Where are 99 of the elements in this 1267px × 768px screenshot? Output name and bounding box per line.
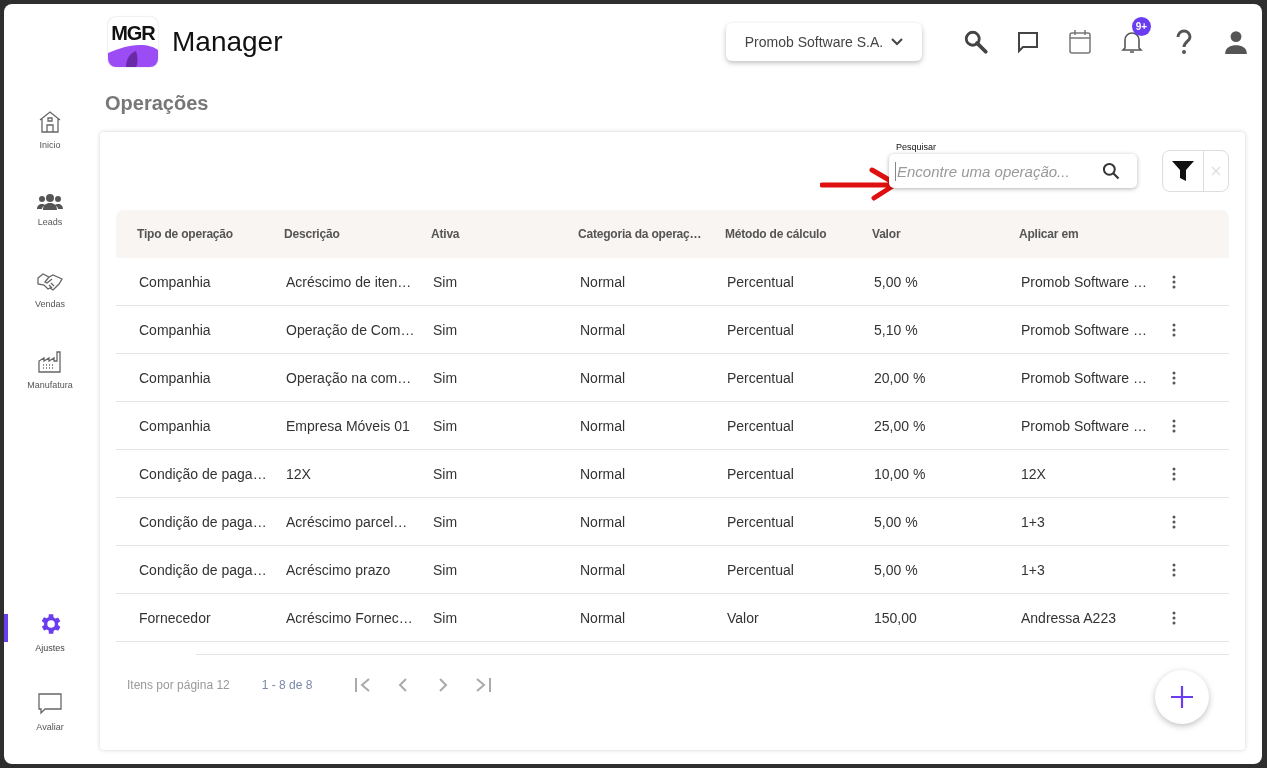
calendar-icon[interactable] <box>1068 29 1092 55</box>
search-field[interactable]: Encontre uma operação... <box>895 161 1093 181</box>
table-cell: Fornecedor <box>116 593 263 642</box>
kebab-menu-icon <box>1172 466 1176 481</box>
people-icon <box>37 193 63 211</box>
table-cell: Sim <box>410 449 557 498</box>
kebab-menu-icon <box>1172 610 1176 625</box>
sidebar-item[interactable]: Manufatura <box>4 330 96 410</box>
table-cell: Normal <box>557 305 704 354</box>
table-cell: Percentual <box>704 497 851 546</box>
table-cell: Companhia <box>116 305 263 354</box>
kebab-menu-icon <box>1172 322 1176 337</box>
table-cell: Sim <box>410 545 557 594</box>
table-cell: Sim <box>410 497 557 546</box>
table-cell: 25,00 % <box>851 401 998 450</box>
add-button[interactable] <box>1155 670 1209 724</box>
table-cell: Percentual <box>704 258 851 306</box>
column-header[interactable]: Categoria da operaç… <box>557 210 704 258</box>
speech-bubble-icon <box>37 692 63 716</box>
help-icon[interactable] <box>1175 29 1193 55</box>
table-cell: Normal <box>557 258 704 306</box>
kebab-menu-icon <box>1172 274 1176 289</box>
sidebar-item[interactable]: Avaliar <box>4 672 96 752</box>
table-cell: 5,00 % <box>851 258 998 306</box>
column-header[interactable]: Ativa <box>410 210 557 258</box>
table-cell: Condição de paga… <box>116 449 263 498</box>
user-icon[interactable] <box>1223 29 1249 55</box>
table-cell: Condição de paga… <box>116 497 263 546</box>
table-cell: Acréscimo Fornec… <box>263 593 410 642</box>
sidebar-item[interactable]: Leads <box>4 170 96 250</box>
sidebar-item[interactable]: Vendas <box>4 250 96 330</box>
last-page-icon <box>474 677 493 693</box>
chat-icon[interactable] <box>1016 30 1040 54</box>
sidebar-item[interactable]: Inicio <box>4 90 96 170</box>
kebab-menu-icon <box>1172 562 1176 577</box>
table-cell: 1+3 <box>998 497 1145 546</box>
table-cell: Normal <box>557 593 704 642</box>
search-label: Pesquisar <box>895 142 938 153</box>
kebab-menu-icon <box>1172 418 1176 433</box>
column-header[interactable]: Aplicar em <box>998 210 1145 258</box>
column-header[interactable]: Descrição <box>263 210 410 258</box>
table-cell: Sim <box>410 258 557 306</box>
kebab-menu-icon <box>1172 370 1176 385</box>
column-header[interactable]: Tipo de operação <box>116 210 263 258</box>
table-cell: Sim <box>410 401 557 450</box>
table-cell: Andressa A223 <box>998 593 1145 642</box>
table-cell: Percentual <box>704 305 851 354</box>
table-cell: Percentual <box>704 545 851 594</box>
table-cell: Companhia <box>116 401 263 450</box>
chevron-down-icon <box>891 38 904 46</box>
table-cell: Percentual <box>704 353 851 402</box>
column-header[interactable]: Método de cálculo <box>704 210 851 258</box>
table-cell: 5,00 % <box>851 497 998 546</box>
table-cell: Normal <box>557 401 704 450</box>
table-cell: Normal <box>557 353 704 402</box>
app-logo: MGR <box>108 17 158 67</box>
table-cell: Normal <box>557 545 704 594</box>
table-cell: Condição de paga… <box>116 545 263 594</box>
plus-icon <box>1170 685 1194 709</box>
table-cell: Normal <box>557 497 704 546</box>
bell-icon[interactable] <box>1120 29 1144 55</box>
house-icon <box>37 110 63 134</box>
kebab-menu-icon <box>1172 514 1176 529</box>
table-cell: Sim <box>410 593 557 642</box>
handshake-icon <box>37 271 63 293</box>
table-cell: Valor <box>704 593 851 642</box>
company-dropdown[interactable]: Promob Software S.A. <box>726 23 922 61</box>
table-cell: Promob Software … <box>998 401 1145 450</box>
table-cell: Companhia <box>116 353 263 402</box>
table-cell: Percentual <box>704 449 851 498</box>
table-cell: Companhia <box>116 258 263 306</box>
filter-icon <box>1172 161 1194 181</box>
items-per-page-label: Itens por página 12 <box>127 678 230 692</box>
page-title: Operações <box>105 92 210 116</box>
table-cell: Promob Software … <box>998 258 1145 306</box>
table-cell: Sim <box>410 353 557 402</box>
table-cell: 150,00 <box>851 593 998 642</box>
table-cell: 20,00 % <box>851 353 998 402</box>
table-cell: 12X <box>998 449 1145 498</box>
table-cell: Promob Software … <box>998 353 1145 402</box>
search-icon[interactable] <box>1101 161 1121 181</box>
sidebar-item[interactable]: Ajustes <box>4 592 96 672</box>
table-cell: Acréscimo de iten… <box>263 258 410 306</box>
table-cell: Empresa Móveis 01 <box>263 401 410 450</box>
column-header[interactable]: Valor <box>851 210 998 258</box>
table-cell: 1+3 <box>998 545 1145 594</box>
table-cell: 5,10 % <box>851 305 998 354</box>
table-cell: Promob Software … <box>998 305 1145 354</box>
notification-badge: 9+ <box>1132 17 1151 36</box>
search-icon[interactable] <box>963 29 989 55</box>
table-cell: Percentual <box>704 401 851 450</box>
table-cell: 10,00 % <box>851 449 998 498</box>
table-cell: Normal <box>557 449 704 498</box>
close-icon <box>1211 166 1221 176</box>
factory-icon <box>37 350 63 374</box>
app-name: Manager <box>172 26 283 58</box>
page-range: 1 - 8 de 8 <box>261 678 313 692</box>
table-cell: 5,00 % <box>851 545 998 594</box>
table-cell: Operação na com… <box>263 353 410 402</box>
